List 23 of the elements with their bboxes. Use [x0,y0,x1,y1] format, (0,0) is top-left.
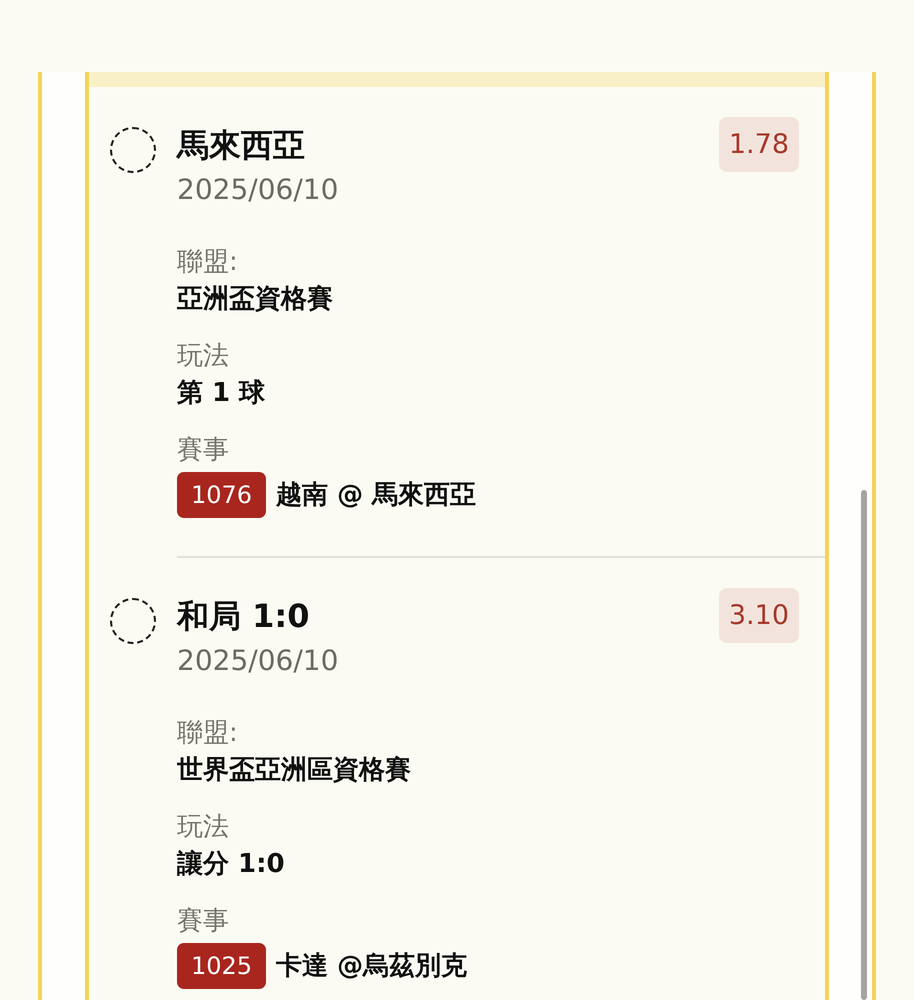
field-label: 賽事 [177,905,230,938]
field-value: 第 1 球 [177,377,266,410]
field-label: 聯盟: [177,246,239,279]
match-name: 越南 @ 馬來西亞 [276,479,476,512]
field-value: 亞洲盃資格賽 [177,283,334,316]
field-value: 讓分 1:0 [177,848,286,881]
match-code-badge: 1025 [177,943,266,989]
scrollbar-thumb[interactable] [861,490,867,1000]
radio-button[interactable] [110,598,156,644]
radio-button[interactable] [110,127,156,173]
odds-badge: 3.10 [718,588,799,643]
field-label: 聯盟: [177,717,239,750]
field-label: 賽事 [177,434,230,467]
bet-title: 和局 1:0 [177,596,310,636]
bet-date: 2025/06/10 [177,643,340,679]
bet-date: 2025/06/10 [177,172,340,208]
odds-badge: 1.78 [718,117,799,172]
field-label: 玩法 [177,811,230,844]
field-label: 玩法 [177,340,230,373]
bet-title: 馬來西亞 [177,125,305,165]
match-name: 卡達 @烏茲別克 [276,950,468,983]
match-code-badge: 1076 [177,472,266,518]
field-value: 世界盃亞洲區資格賽 [177,754,412,787]
